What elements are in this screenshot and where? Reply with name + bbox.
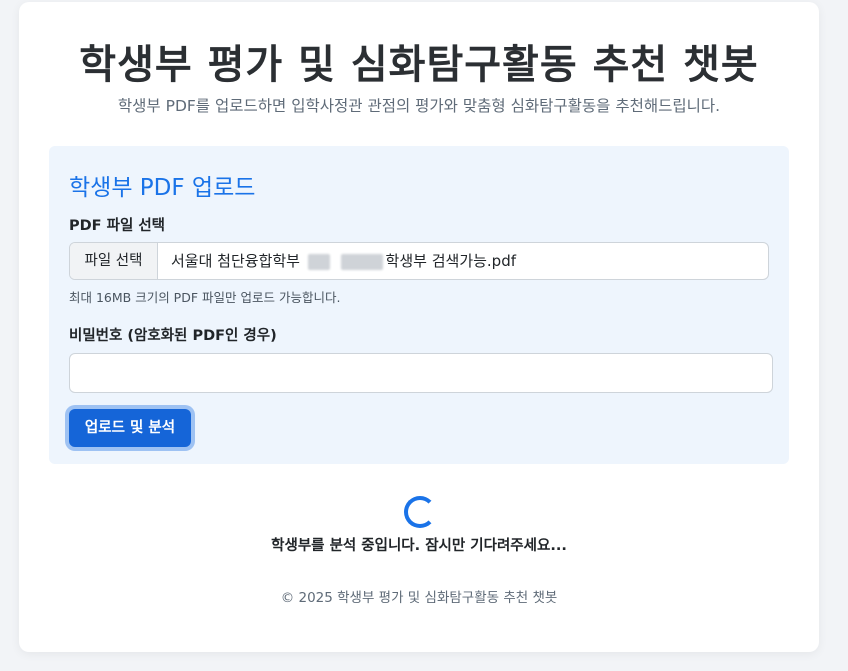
file-name-prefix: 서울대 첨단융합학부 xyxy=(171,252,300,270)
footer-copyright: © 2025 학생부 평가 및 심화탐구활동 추천 챗봇 xyxy=(280,590,558,606)
file-select-button[interactable]: 파일 선택 xyxy=(70,243,158,279)
loading-spinner-icon xyxy=(404,496,436,528)
password-input[interactable] xyxy=(69,353,773,393)
redacted-block xyxy=(307,253,330,270)
upload-analyze-button[interactable]: 업로드 및 분석 xyxy=(69,409,191,447)
loading-text: 학생부를 분석 중입니다. 잠시만 기다려주세요... xyxy=(271,538,567,554)
page-subtitle: 학생부 PDF를 업로드하면 입학사정관 관점의 평가와 맞춤형 심화탐구활동을… xyxy=(117,97,721,115)
selected-file-name: 서울대 첨단융합학부 학생부 검색가능.pdf xyxy=(171,243,516,279)
file-name-suffix: 학생부 검색가능.pdf xyxy=(385,252,517,270)
upload-panel: 학생부 PDF 업로드 PDF 파일 선택 파일 선택 서울대 첨단융합학부 학… xyxy=(49,146,789,464)
file-help-text: 최대 16MB 크기의 PDF 파일만 업로드 가능합니다. xyxy=(69,290,341,305)
file-input[interactable]: 파일 선택 서울대 첨단융합학부 학생부 검색가능.pdf xyxy=(69,242,769,280)
main-card: 학생부 평가 및 심화탐구활동 추천 챗봇 학생부 PDF를 업로드하면 입학사… xyxy=(19,2,819,652)
page-title: 학생부 평가 및 심화탐구활동 추천 챗봇 xyxy=(79,42,759,88)
file-label: PDF 파일 선택 xyxy=(69,218,166,234)
upload-panel-title: 학생부 PDF 업로드 xyxy=(69,175,256,201)
redacted-block xyxy=(340,253,383,270)
password-label: 비밀번호 (암호화된 PDF인 경우) xyxy=(69,328,277,344)
